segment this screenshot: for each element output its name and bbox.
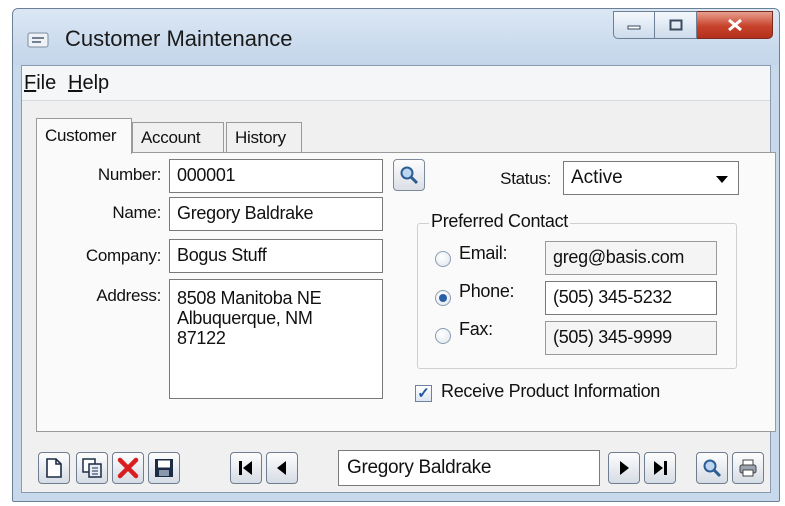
menu-file-label: ile: [36, 72, 57, 94]
close-icon: [727, 18, 742, 32]
status-select[interactable]: Active: [563, 161, 739, 195]
email-radio[interactable]: [435, 251, 451, 267]
tab-customer[interactable]: Customer: [36, 118, 132, 154]
maximize-icon: [669, 19, 682, 31]
previous-record-button[interactable]: [266, 452, 298, 484]
new-record-button[interactable]: [38, 452, 70, 484]
title-bar: Customer Maintenance: [13, 9, 779, 65]
receive-info-label: Receive Product Information: [441, 381, 661, 401]
number-field[interactable]: 000001: [169, 159, 383, 193]
email-label: Email:: [459, 243, 508, 263]
preferred-contact-title: Preferred Contact: [429, 211, 570, 232]
tab-history[interactable]: History: [226, 122, 302, 152]
name-label: Name:: [112, 203, 161, 222]
delete-icon: [117, 457, 139, 479]
lookup-customer-button[interactable]: [393, 159, 425, 191]
first-record-button[interactable]: [230, 452, 262, 484]
phone-label: Phone:: [459, 281, 515, 301]
status-label: Status:: [500, 169, 551, 188]
menu-help-mnemonic: H: [68, 72, 83, 94]
client-area: File Help Customer Account History Numbe…: [21, 65, 776, 493]
name-field[interactable]: Gregory Baldrake: [169, 197, 383, 231]
customer-tab-panel: Number: 000001 Name: Gregory Baldrake Co…: [36, 152, 776, 432]
status-value: Active: [571, 167, 623, 188]
fax-label: Fax:: [459, 319, 493, 339]
previous-record-icon: [277, 461, 286, 475]
print-button[interactable]: [732, 452, 764, 484]
save-icon: [155, 459, 173, 477]
delete-record-button[interactable]: [112, 452, 144, 484]
copy-record-button[interactable]: [76, 452, 108, 484]
close-button[interactable]: [697, 11, 773, 39]
company-label: Company:: [85, 246, 161, 265]
fax-field[interactable]: (505) 345-9999: [545, 321, 717, 355]
app-menu-icon[interactable]: [27, 31, 49, 49]
customer-maintenance-window: Customer Maintenance File Help Customer …: [12, 8, 780, 502]
company-field[interactable]: Bogus Stuff: [169, 239, 383, 273]
save-record-button[interactable]: [148, 452, 180, 484]
menu-bar: File Help: [22, 66, 770, 101]
number-label: Number:: [97, 165, 161, 184]
fax-radio[interactable]: [435, 328, 451, 344]
search-icon: [400, 166, 419, 185]
maximize-button[interactable]: [655, 11, 697, 39]
window-title: Customer Maintenance: [65, 26, 293, 51]
tab-account[interactable]: Account: [132, 122, 224, 152]
search-icon: [703, 459, 722, 478]
next-record-button[interactable]: [608, 452, 640, 484]
minimize-button[interactable]: [613, 11, 655, 39]
address-label: Address:: [96, 286, 161, 305]
next-record-icon: [620, 461, 629, 475]
window-controls: [613, 11, 773, 41]
minimize-icon: [627, 25, 641, 30]
last-record-icon: [654, 461, 667, 475]
chevron-down-icon: [716, 176, 728, 183]
receive-info-checkbox[interactable]: ✓: [415, 385, 432, 402]
search-records-button[interactable]: [696, 452, 728, 484]
phone-field[interactable]: (505) 345-5232: [545, 281, 717, 315]
menu-file[interactable]: File: [24, 72, 56, 95]
menu-file-mnemonic: F: [24, 72, 37, 94]
address-field[interactable]: 8508 Manitoba NE Albuquerque, NM 87122: [169, 279, 383, 399]
menu-help-label: elp: [82, 72, 110, 94]
email-field[interactable]: greg@basis.com: [545, 241, 717, 275]
copy-record-icon: [82, 458, 102, 478]
print-icon: [739, 459, 757, 477]
first-record-icon: [239, 461, 252, 475]
record-navigator-field[interactable]: Gregory Baldrake: [338, 450, 600, 486]
phone-radio[interactable]: [435, 290, 451, 306]
menu-help[interactable]: Help: [68, 72, 109, 95]
new-record-icon: [46, 458, 62, 478]
last-record-button[interactable]: [644, 452, 676, 484]
